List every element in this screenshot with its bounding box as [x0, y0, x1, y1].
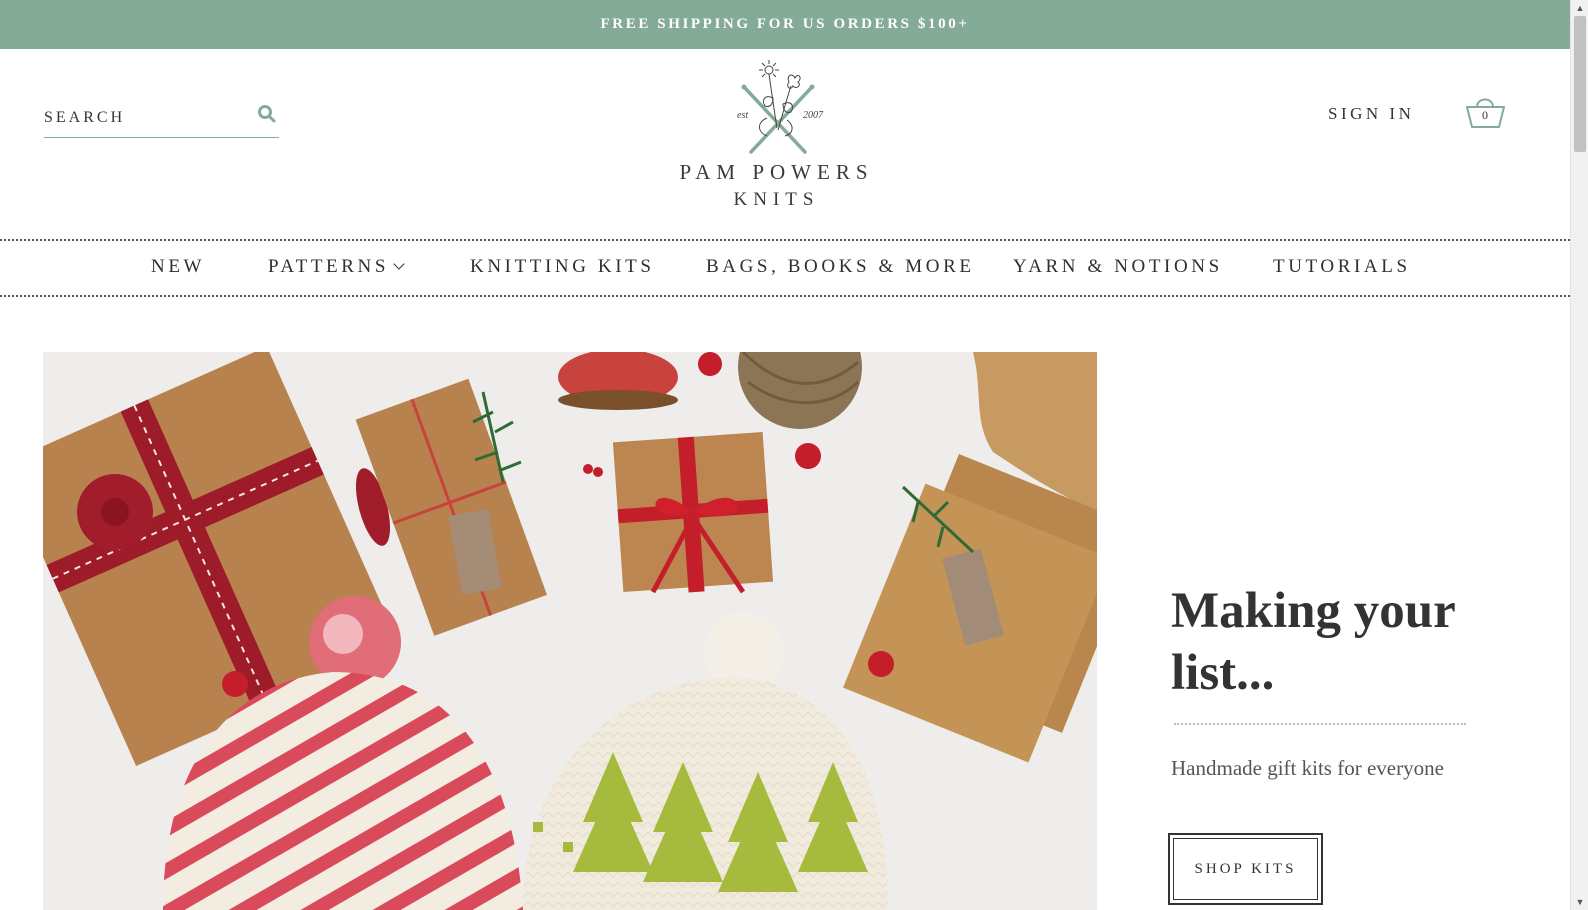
shop-kits-button[interactable]: SHOP KITS: [1168, 833, 1323, 905]
logo-emblem-icon: est 2007: [737, 60, 824, 154]
announcement-text: FREE SHIPPING FOR US ORDERS $100+: [600, 16, 970, 32]
logo-est-right: 2007: [803, 110, 824, 121]
sign-in-link[interactable]: SIGN IN: [1328, 104, 1414, 124]
scroll-up-arrow-icon[interactable]: ▲: [1571, 0, 1588, 16]
page-scrollbar[interactable]: ▲ ▼: [1570, 0, 1588, 910]
nav-item-yarn-notions[interactable]: YARN & NOTIONS: [1013, 256, 1223, 278]
hero-title: Making your list...: [1171, 583, 1455, 701]
nav-item-tutorials[interactable]: TUTORIALS: [1273, 256, 1411, 278]
logo-name: PAM POWERS: [679, 160, 874, 184]
main-nav: NEW PATTERNS KNITTING KITS BAGS, BOOKS &…: [0, 239, 1570, 297]
search-icon[interactable]: [257, 104, 277, 124]
cart-button[interactable]: 0: [1464, 93, 1508, 133]
search-box: [44, 98, 279, 138]
shop-kits-label: SHOP KITS: [1194, 860, 1297, 877]
nav-item-label: NEW: [151, 256, 206, 277]
nav-item-bags-books-more[interactable]: BAGS, BOOKS & MORE: [706, 256, 975, 278]
logo-est-left: est: [737, 110, 748, 121]
scroll-thumb[interactable]: [1574, 16, 1586, 152]
nav-item-patterns[interactable]: PATTERNS: [268, 256, 405, 278]
nav-item-label: PATTERNS: [268, 256, 390, 277]
brand-logo[interactable]: est 2007 PAM POWERS KNITS: [674, 58, 879, 218]
hero-divider: [1174, 723, 1466, 725]
page: FREE SHIPPING FOR US ORDERS $100+ SEARCH…: [0, 0, 1570, 910]
nav-item-label: KNITTING KITS: [470, 256, 655, 277]
nav-item-label: TUTORIALS: [1273, 256, 1411, 277]
search-input[interactable]: [44, 106, 244, 130]
nav-item-new[interactable]: NEW: [151, 256, 205, 278]
hero-subtitle: Handmade gift kits for everyone: [1171, 756, 1444, 780]
nav-item-label: BAGS, BOOKS & MORE: [706, 256, 975, 277]
scroll-down-arrow-icon[interactable]: ▼: [1571, 894, 1588, 910]
nav-item-knitting-kits[interactable]: KNITTING KITS: [470, 256, 655, 278]
hero-image: [43, 352, 1097, 910]
cart-count: 0: [1482, 108, 1488, 122]
chevron-down-icon: [393, 258, 405, 270]
nav-item-label: YARN & NOTIONS: [1013, 256, 1223, 277]
announcement-bar: FREE SHIPPING FOR US ORDERS $100+: [0, 0, 1570, 49]
logo-subtitle: KNITS: [733, 189, 820, 210]
